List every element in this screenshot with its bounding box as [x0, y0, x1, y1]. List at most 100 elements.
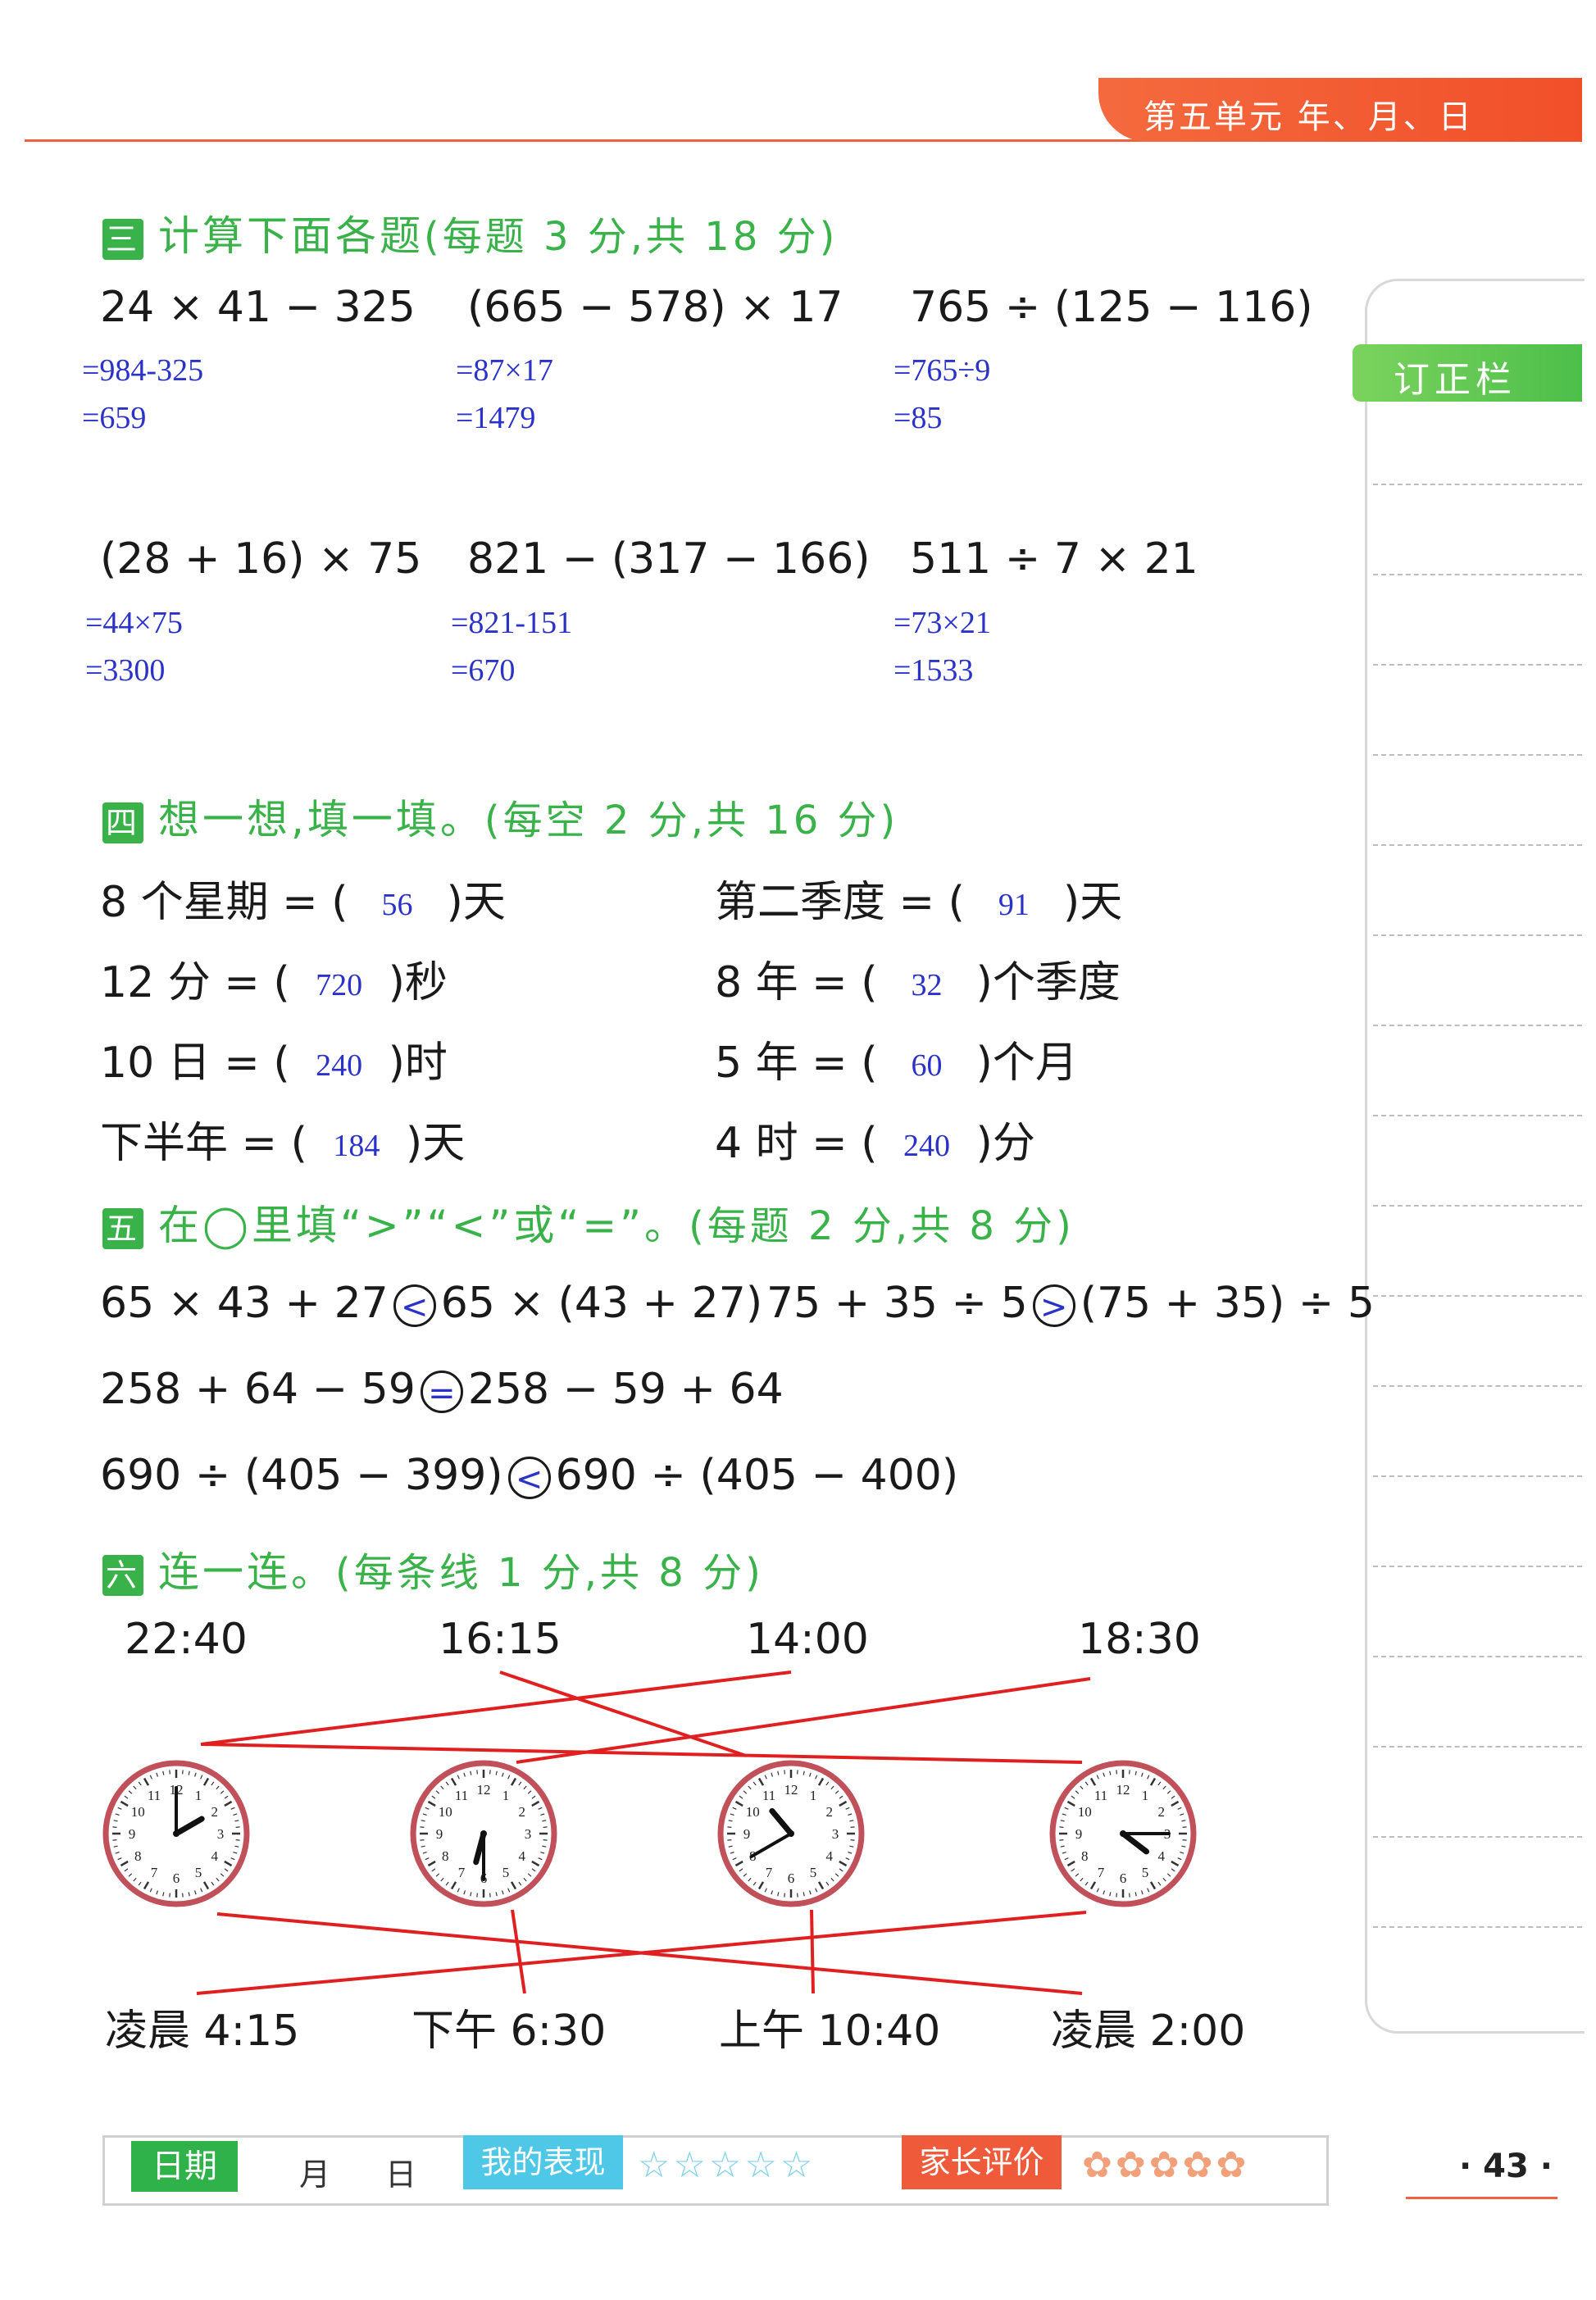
clock-tick	[850, 1826, 855, 1828]
clock-tick	[1116, 1770, 1117, 1775]
clock-tick	[235, 1839, 240, 1841]
clock-numeral: 1	[1142, 1788, 1149, 1803]
clock-numeral: 11	[1094, 1788, 1107, 1803]
spoken-time: 上午 10:40	[719, 2007, 941, 2056]
clock-numeral: 3	[525, 1826, 532, 1842]
clock-numeral: 5	[502, 1865, 510, 1880]
clock-numeral: 1	[195, 1788, 202, 1803]
clock-numeral: 9	[129, 1826, 136, 1842]
clock-tick	[1182, 1839, 1187, 1841]
clock-numeral: 2	[1158, 1804, 1166, 1820]
clock-numeral: 2	[211, 1804, 219, 1820]
clock-numeral: 4	[519, 1848, 526, 1864]
clock-numeral: 12	[784, 1782, 798, 1798]
clock-tick	[1059, 1839, 1064, 1841]
clock-numeral: 9	[743, 1826, 751, 1842]
clock-numeral: 6	[173, 1870, 180, 1886]
clock-numeral: 11	[455, 1788, 468, 1803]
clock-numeral: 10	[131, 1804, 145, 1820]
clock-numeral: 6	[1120, 1870, 1127, 1886]
clock-numeral: 11	[148, 1788, 161, 1803]
clock-numeral: 7	[458, 1865, 466, 1880]
clock-numeral: 12	[477, 1782, 491, 1798]
clock-tick	[1182, 1826, 1187, 1828]
matching-line	[810, 1909, 815, 1994]
clock-numeral: 9	[436, 1826, 443, 1842]
clock-tick	[476, 1770, 478, 1775]
clock-tick	[850, 1839, 855, 1841]
clock-numeral: 5	[810, 1865, 817, 1880]
analog-clock: 123456789101112	[102, 1760, 250, 1907]
clock-numeral: 8	[442, 1848, 449, 1864]
clock-tick	[420, 1839, 425, 1841]
spoken-time: 凌晨 2:00	[1051, 2007, 1246, 2056]
parent-flowers: ✿✿✿✿✿	[1082, 2144, 1250, 2186]
clock-numeral: 7	[1098, 1865, 1105, 1880]
clock-numeral: 12	[1116, 1782, 1130, 1798]
clock-numeral: 5	[1142, 1865, 1149, 1880]
clock-numeral: 1	[502, 1788, 510, 1803]
analog-clock: 123456789101112	[410, 1760, 557, 1907]
clock-numeral: 7	[766, 1865, 773, 1880]
clock-tick	[727, 1826, 732, 1828]
clock-pin	[1120, 1830, 1126, 1837]
matching-line	[499, 1670, 747, 1757]
clock-tick	[182, 1893, 184, 1898]
clock-numeral: 9	[1075, 1826, 1083, 1842]
clock-tick	[784, 1893, 785, 1898]
clock-numeral: 4	[211, 1848, 219, 1864]
page-number: · 43 ·	[1459, 2148, 1553, 2185]
clock-tick	[489, 1893, 491, 1898]
clock-numeral: 10	[746, 1804, 760, 1820]
performance-label: 我的表现	[463, 2135, 623, 2189]
clock-tick	[476, 1893, 478, 1898]
clock-numeral: 7	[151, 1865, 158, 1880]
matching-lines	[196, 1670, 1091, 1995]
matching-line	[516, 1677, 1091, 1764]
analog-clock: 123456789101112	[1049, 1760, 1197, 1907]
clock-numeral: 4	[1158, 1848, 1166, 1864]
matching-line	[200, 1670, 792, 1746]
clock-tick	[543, 1826, 548, 1828]
clock-numeral: 11	[762, 1788, 775, 1803]
clock-numeral: 8	[1081, 1848, 1089, 1864]
month-label: 月	[299, 2157, 331, 2193]
clock-tick	[420, 1826, 425, 1828]
date-label: 日期	[131, 2141, 238, 2192]
clock-numeral: 10	[1078, 1804, 1092, 1820]
clock-tick	[182, 1770, 184, 1775]
page-number-rule	[1406, 2197, 1557, 2199]
clock-pin	[173, 1830, 180, 1837]
clock-tick	[1059, 1826, 1064, 1828]
clock-numeral: 4	[826, 1848, 834, 1864]
clock-tick	[235, 1826, 240, 1828]
parent-review-label: 家长评价	[902, 2135, 1062, 2189]
spoken-time: 凌晨 4:15	[105, 2007, 300, 2056]
clock-group: 1234567891011121234567891011121234567891…	[102, 1760, 1197, 1907]
clock-tick	[489, 1770, 491, 1775]
clock-tick	[112, 1839, 117, 1841]
clock-pin	[480, 1830, 487, 1837]
clock-tick	[169, 1893, 171, 1898]
clock-numeral: 10	[439, 1804, 452, 1820]
clock-numeral: 2	[519, 1804, 526, 1820]
analog-clock: 123456789101112	[717, 1760, 865, 1907]
spoken-time: 下午 6:30	[412, 2007, 607, 2056]
clock-tick	[727, 1839, 732, 1841]
matching-line	[511, 1909, 526, 1994]
clock-numeral: 8	[134, 1848, 142, 1864]
clock-tick	[169, 1770, 171, 1775]
day-label: 日	[385, 2157, 417, 2193]
clock-numeral: 6	[788, 1870, 795, 1886]
clock-tick	[543, 1839, 548, 1841]
clock-numeral: 5	[195, 1865, 202, 1880]
clock-pin	[788, 1830, 794, 1837]
matching-canvas: 1234567891011121234567891011121234567891…	[102, 1670, 1197, 1995]
clock-numeral: 3	[217, 1826, 225, 1842]
performance-stars: ☆☆☆☆☆	[638, 2144, 816, 2186]
clock-numeral: 2	[826, 1804, 834, 1820]
clock-tick	[112, 1826, 117, 1828]
clock-numeral: 1	[810, 1788, 817, 1803]
clock-tick	[1116, 1893, 1117, 1898]
clock-tick	[784, 1770, 785, 1775]
